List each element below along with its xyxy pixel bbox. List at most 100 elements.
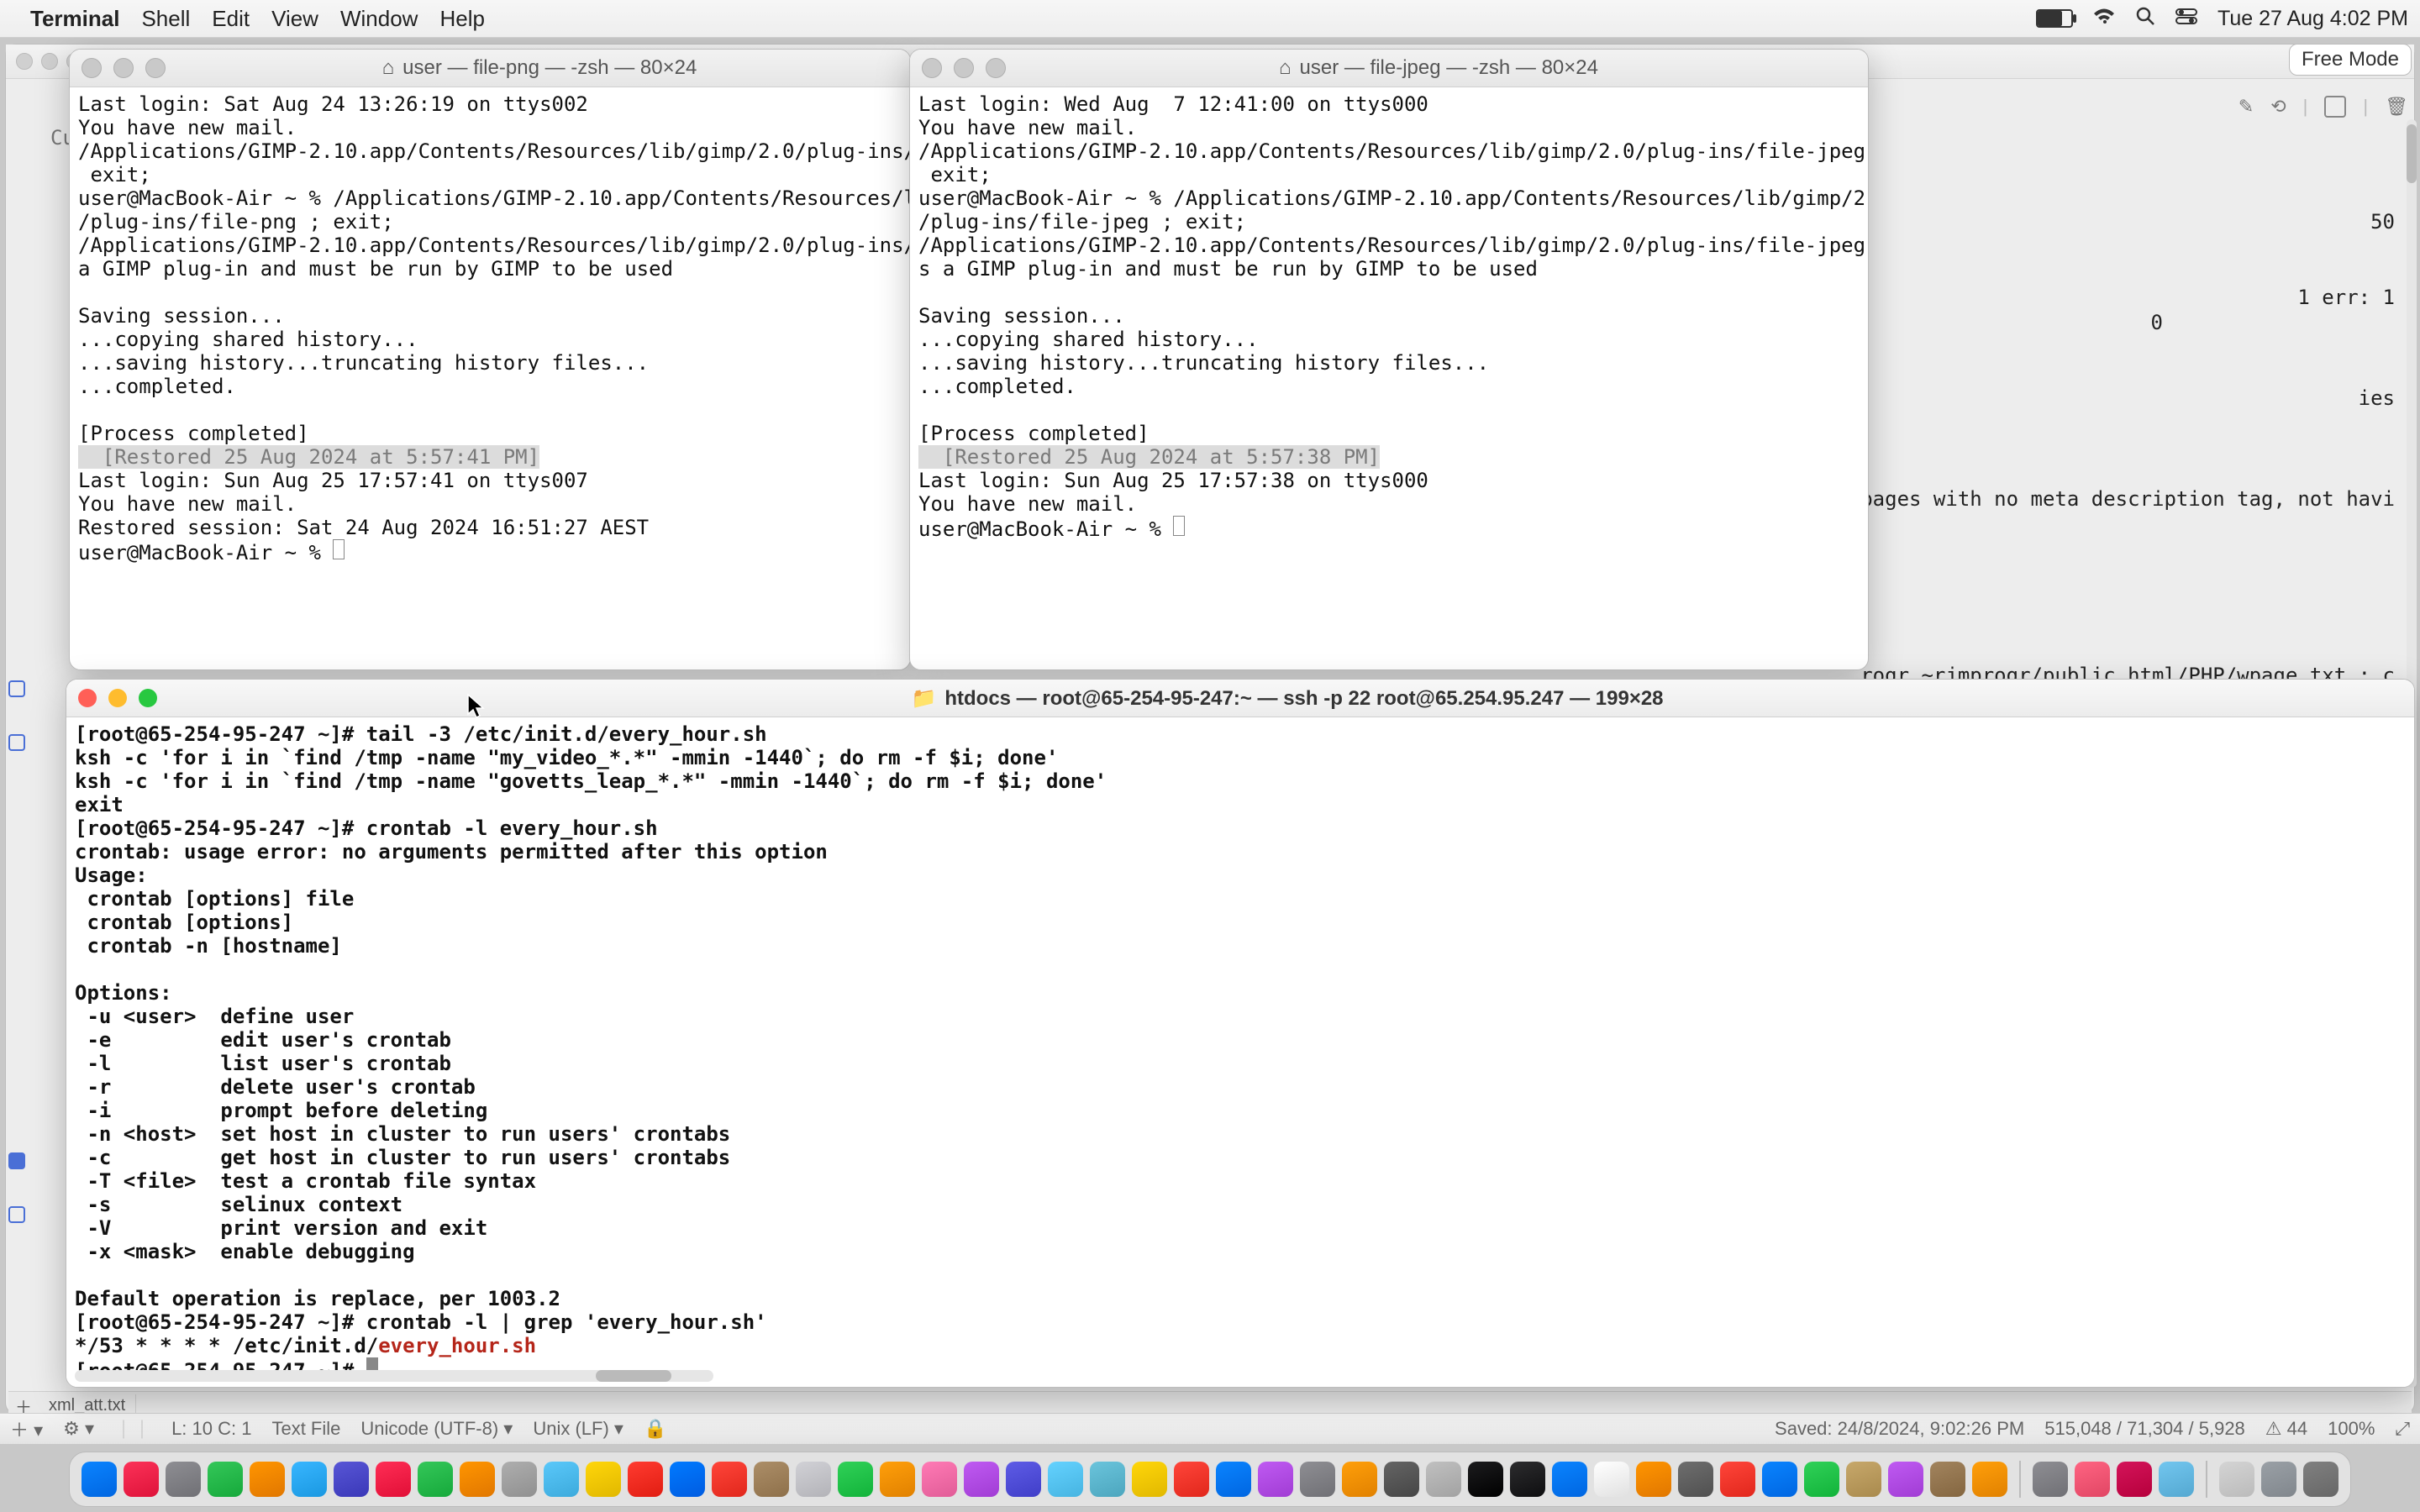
dock-app-5[interactable] (292, 1462, 327, 1497)
dock-app-45[interactable] (1972, 1462, 2007, 1497)
dock-app-16[interactable] (754, 1462, 789, 1497)
dock-app-18[interactable] (838, 1462, 873, 1497)
menu-window[interactable]: Window (340, 6, 418, 32)
dock-app-40[interactable] (1762, 1462, 1797, 1497)
stack-icon[interactable] (2324, 96, 2346, 118)
dock-app-23[interactable] (1048, 1462, 1083, 1497)
dock-app-41[interactable] (1804, 1462, 1839, 1497)
terminal-focus-hscroll[interactable] (75, 1370, 713, 1382)
dock-app-6[interactable] (334, 1462, 369, 1497)
menu-edit[interactable]: Edit (212, 6, 250, 32)
terminal-right-window[interactable]: ⌂user — file-jpeg — -zsh — 80×24 Last lo… (909, 49, 1869, 670)
free-mode-button[interactable]: Free Mode (2289, 44, 2412, 76)
dock-app-30[interactable] (1342, 1462, 1377, 1497)
dock-app-37[interactable] (1636, 1462, 1671, 1497)
dock-app-20[interactable] (922, 1462, 957, 1497)
terminal-left-titlebar[interactable]: ⌂user — file-png — -zsh — 80×24 (70, 50, 910, 87)
dock-right-2[interactable] (2303, 1462, 2338, 1497)
dock-app-33[interactable] (1468, 1462, 1503, 1497)
traffic-lights[interactable] (922, 58, 1006, 78)
terminal-focus-body[interactable]: [root@65-254-95-247 ~]# tail -3 /etc/ini… (66, 717, 2414, 1388)
dock-app-27[interactable] (1216, 1462, 1251, 1497)
spotlight-icon[interactable] (2135, 6, 2155, 32)
dock-app-46[interactable] (2033, 1462, 2068, 1497)
zoom-icon[interactable] (145, 58, 166, 78)
menu-shell[interactable]: Shell (141, 6, 190, 32)
dock-app-0[interactable] (82, 1462, 117, 1497)
dock-right-0[interactable] (2219, 1462, 2254, 1497)
dock-app-15[interactable] (712, 1462, 747, 1497)
dock-app-35[interactable] (1552, 1462, 1587, 1497)
battery-icon[interactable] (2036, 9, 2073, 28)
dock-app-11[interactable] (544, 1462, 579, 1497)
status-enc[interactable]: Unicode (UTF-8) ▾ (360, 1418, 513, 1440)
zoom-icon[interactable] (986, 58, 1006, 78)
menubar-app-name[interactable]: Terminal (30, 6, 119, 32)
traffic-lights[interactable] (82, 58, 166, 78)
pencil-icon[interactable]: ✎ (2238, 96, 2254, 118)
dock-app-22[interactable] (1006, 1462, 1041, 1497)
wifi-icon[interactable] (2093, 7, 2115, 30)
terminal-right-titlebar[interactable]: ⌂user — file-jpeg — -zsh — 80×24 (910, 50, 1868, 87)
dock-app-2[interactable] (166, 1462, 201, 1497)
trash-icon[interactable]: 🗑 (2385, 96, 2408, 118)
control-center-icon[interactable] (2175, 7, 2197, 30)
dock-app-39[interactable] (1720, 1462, 1755, 1497)
close-icon[interactable] (82, 58, 102, 78)
status-warn[interactable]: ⚠ 44 (2265, 1418, 2307, 1440)
terminal-left-body[interactable]: Last login: Sat Aug 24 13:26:19 on ttys0… (70, 87, 910, 570)
minimize-icon[interactable] (108, 689, 127, 707)
dock-app-10[interactable] (502, 1462, 537, 1497)
dock-app-48[interactable] (2117, 1462, 2152, 1497)
terminal-focus-titlebar[interactable]: 📁htdocs — root@65-254-95-247:~ — ssh -p … (66, 680, 2414, 717)
dock-app-49[interactable] (2159, 1462, 2194, 1497)
loop-icon[interactable]: ⟲ (2270, 96, 2286, 118)
traffic-lights[interactable] (78, 689, 157, 707)
lock-icon[interactable]: 🔒 (644, 1418, 666, 1440)
dock-app-4[interactable] (250, 1462, 285, 1497)
dock-app-24[interactable] (1090, 1462, 1125, 1497)
dock-app-1[interactable] (124, 1462, 159, 1497)
status-add-icon[interactable]: ＋ ▾ (10, 1415, 43, 1442)
dock-app-28[interactable] (1258, 1462, 1293, 1497)
menu-view[interactable]: View (271, 6, 318, 32)
dock-app-25[interactable] (1132, 1462, 1167, 1497)
dock-app-32[interactable] (1426, 1462, 1461, 1497)
dock-app-8[interactable] (418, 1462, 453, 1497)
dock-app-47[interactable] (2075, 1462, 2110, 1497)
dock-app-9[interactable] (460, 1462, 495, 1497)
dock-app-38[interactable] (1678, 1462, 1713, 1497)
dock-app-13[interactable] (628, 1462, 663, 1497)
dock-app-44[interactable] (1930, 1462, 1965, 1497)
close-icon[interactable] (922, 58, 942, 78)
menu-help[interactable]: Help (439, 6, 484, 32)
dock-app-29[interactable] (1300, 1462, 1335, 1497)
minimize-icon[interactable] (113, 58, 134, 78)
status-eol[interactable]: Unix (LF) ▾ (533, 1418, 623, 1440)
terminal-focus-window[interactable]: 📁htdocs — root@65-254-95-247:~ — ssh -p … (66, 679, 2415, 1388)
status-gear-icon[interactable]: ⚙ ▾ (63, 1418, 94, 1440)
dock-app-26[interactable] (1174, 1462, 1209, 1497)
dock[interactable] (69, 1452, 2351, 1507)
close-icon[interactable] (78, 689, 97, 707)
dock-app-3[interactable] (208, 1462, 243, 1497)
dock-app-42[interactable] (1846, 1462, 1881, 1497)
dock-app-43[interactable] (1888, 1462, 1923, 1497)
dock-app-34[interactable] (1510, 1462, 1545, 1497)
dock-app-36[interactable] (1594, 1462, 1629, 1497)
dock-right-1[interactable] (2261, 1462, 2296, 1497)
status-expand-icon[interactable]: ⤢ (2395, 1418, 2410, 1440)
dock-app-31[interactable] (1384, 1462, 1419, 1497)
status-type[interactable]: Text File (271, 1418, 340, 1440)
dock-app-21[interactable] (964, 1462, 999, 1497)
terminal-right-body[interactable]: Last login: Wed Aug 7 12:41:00 on ttys00… (910, 87, 1868, 546)
menubar-clock[interactable]: Tue 27 Aug 4:02 PM (2217, 7, 2408, 31)
dock-app-14[interactable] (670, 1462, 705, 1497)
minimize-icon[interactable] (954, 58, 974, 78)
dock-app-7[interactable] (376, 1462, 411, 1497)
dock-app-19[interactable] (880, 1462, 915, 1497)
zoom-icon[interactable] (139, 689, 157, 707)
terminal-left-window[interactable]: ⌂user — file-png — -zsh — 80×24 Last log… (69, 49, 911, 670)
status-zoom[interactable]: 100% (2328, 1418, 2375, 1440)
dock-app-12[interactable] (586, 1462, 621, 1497)
